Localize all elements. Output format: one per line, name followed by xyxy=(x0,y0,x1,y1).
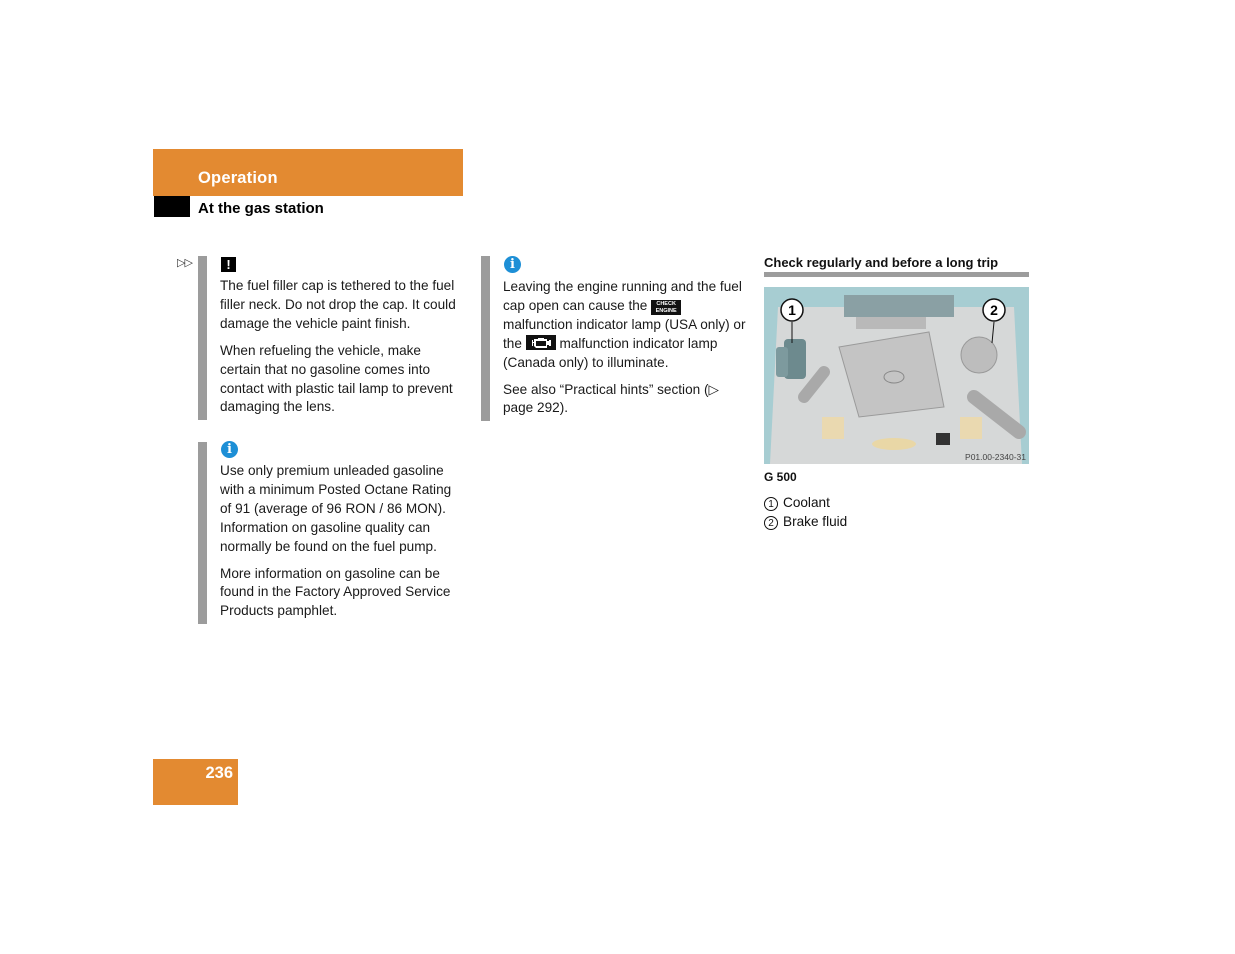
section-heading: Check regularly and before a long trip xyxy=(764,255,999,270)
page-number: 236 xyxy=(205,764,233,782)
page-reference[interactable]: See also “Practical hints” section (▷ pa… xyxy=(503,381,751,419)
warning-note: The fuel filler cap is tethered to the f… xyxy=(220,277,465,425)
callout-1: 1 xyxy=(780,298,804,322)
engine-compartment-image: 1 2 P01.00-2340-31 xyxy=(764,287,1029,464)
info-note-bar xyxy=(481,256,490,421)
warning-note-bar xyxy=(198,256,207,420)
info-paragraph: Use only premium unleaded gasoline with … xyxy=(220,463,452,554)
image-legend: 1 Coolant 2 Brake fluid xyxy=(764,493,847,531)
legend-item: 2 Brake fluid xyxy=(764,512,847,531)
heading-rule xyxy=(764,272,1029,277)
info-icon: i xyxy=(504,255,521,273)
subsection-title: At the gas station xyxy=(198,200,324,217)
info-icon: i xyxy=(221,440,238,458)
check-engine-icon: CHECK ENGINE xyxy=(651,299,682,315)
section-title: Operation xyxy=(198,169,278,187)
warning-paragraph: The fuel filler cap is tethered to the f… xyxy=(220,278,456,331)
info-paragraph: More information on gasoline can be foun… xyxy=(220,565,451,619)
engine-malfunction-icon xyxy=(525,334,556,350)
info-note-bar xyxy=(198,442,207,624)
engine-lamp-note: Leaving the engine running and the fuel … xyxy=(503,278,751,426)
warning-paragraph: When refueling the vehicle, make certain… xyxy=(220,342,453,415)
callout-2: 2 xyxy=(982,298,1006,322)
continuation-marker: ▷▷ xyxy=(177,257,193,269)
image-reference-code: P01.00-2340-31 xyxy=(965,452,1026,462)
warning-icon: ! xyxy=(221,256,236,274)
fuel-info-note: Use only premium unleaded gasoline with … xyxy=(220,462,465,629)
image-caption: G 500 xyxy=(764,470,797,484)
legend-item: 1 Coolant xyxy=(764,493,847,512)
info-paragraph: Leaving the engine running and the fuel … xyxy=(503,279,746,370)
subsection-marker xyxy=(154,196,190,217)
svg-text:2: 2 xyxy=(990,302,998,318)
svg-text:1: 1 xyxy=(788,302,796,318)
